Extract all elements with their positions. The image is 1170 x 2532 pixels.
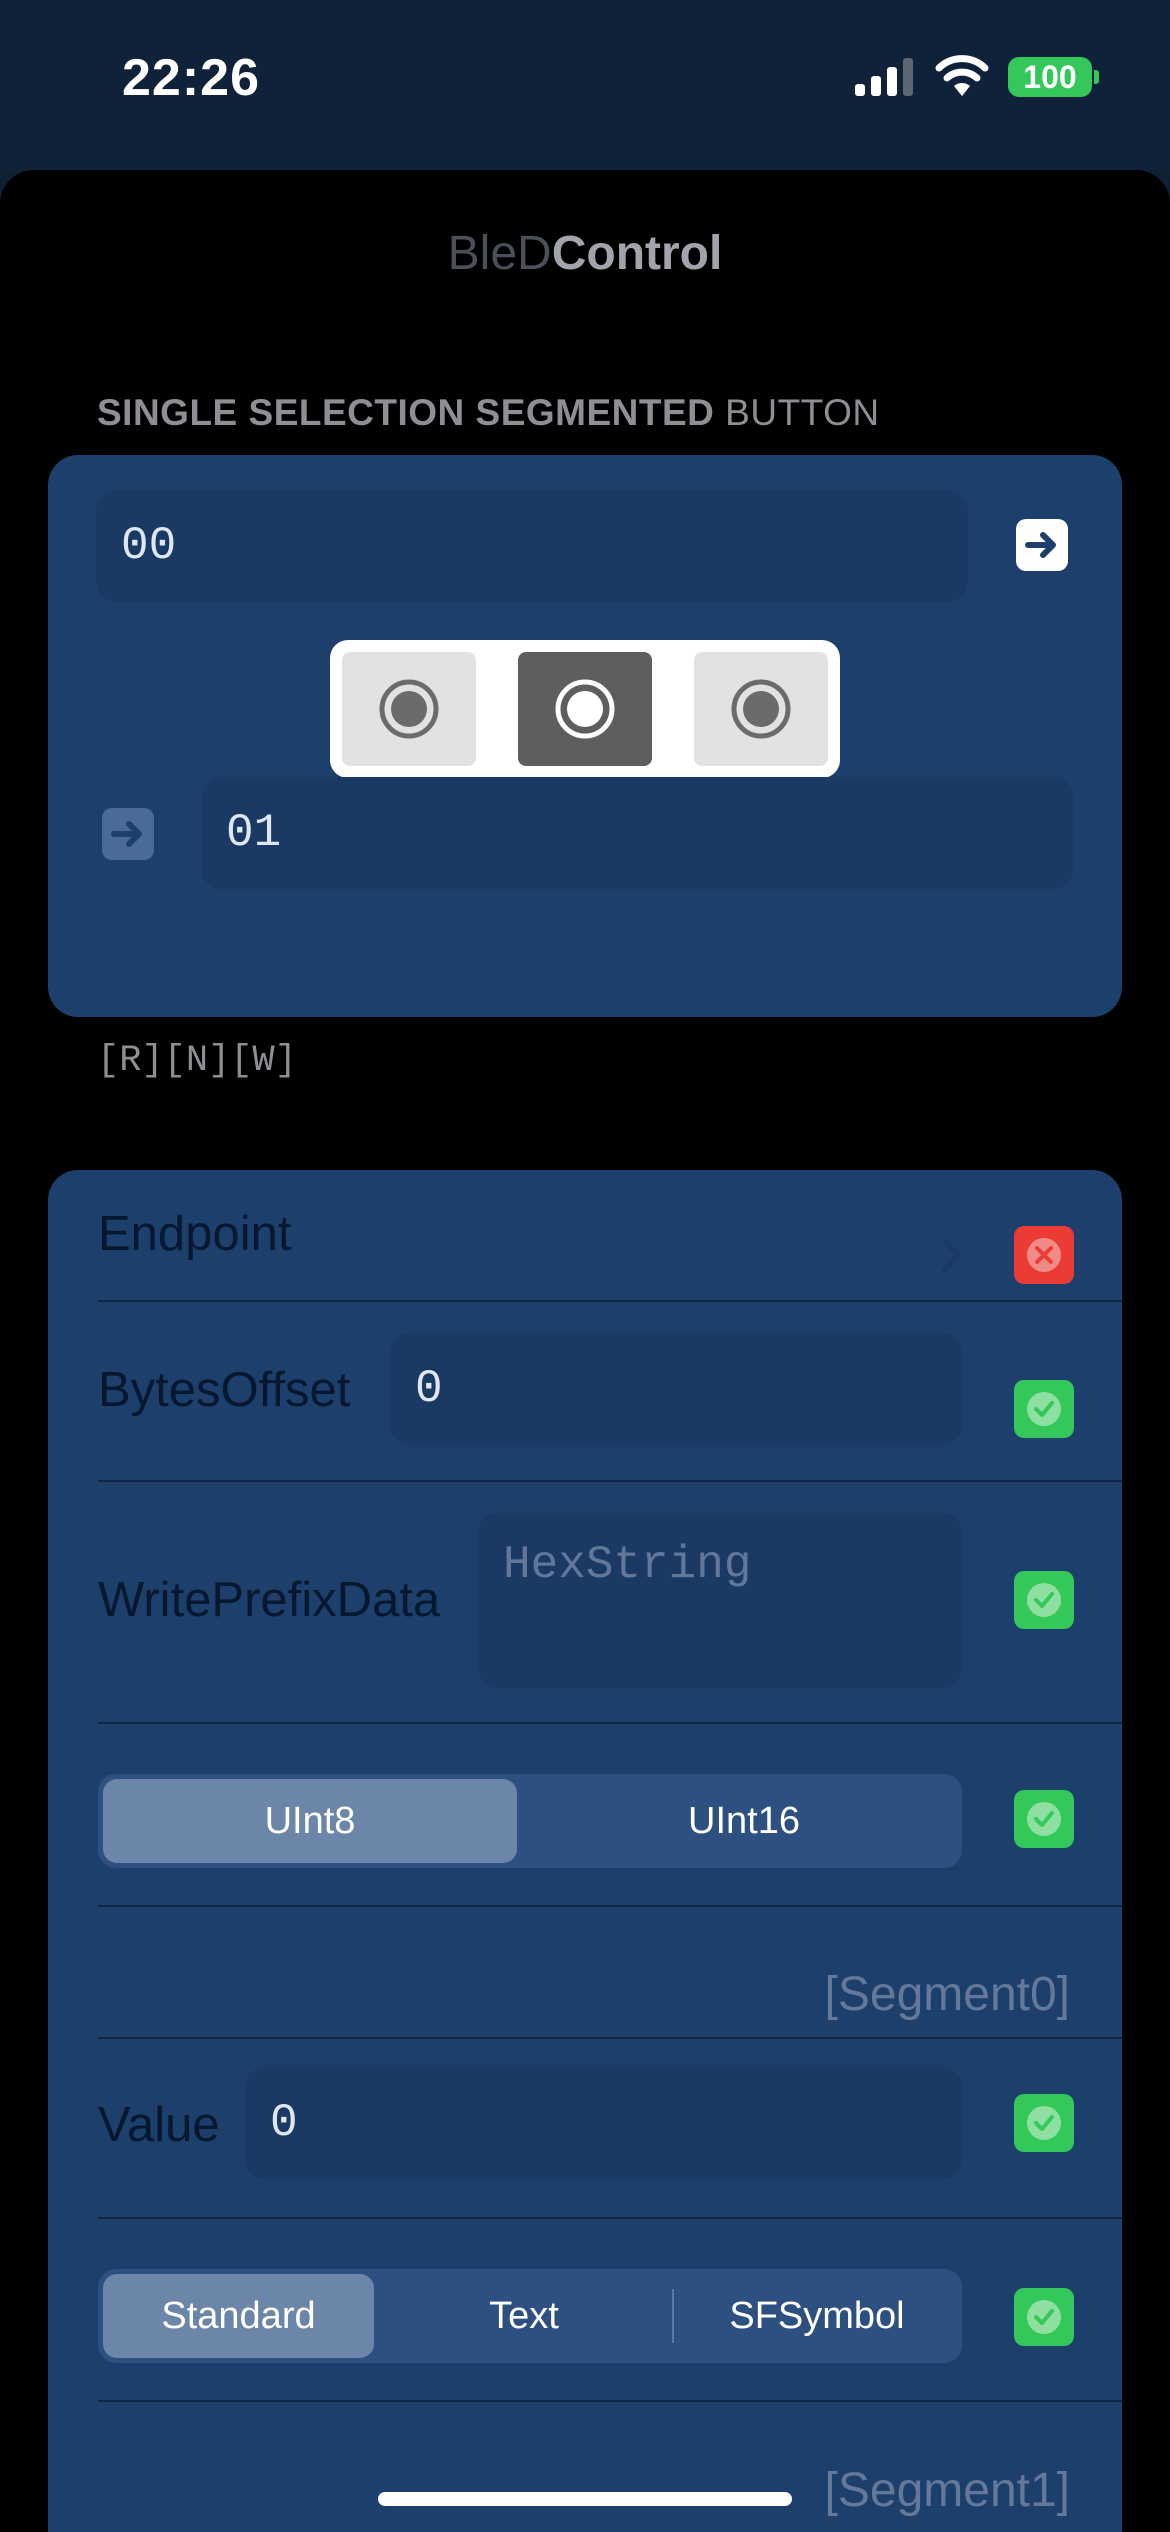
radio-circle-icon [731, 679, 791, 739]
divider [98, 1300, 1122, 1302]
bytes-offset-field[interactable]: 0 [390, 1333, 962, 1445]
radio-circle-icon [555, 679, 615, 739]
config-card: Endpoint BytesOffset 0 WritePrefixData H… [48, 1170, 1122, 2532]
app-title: BleDControl [0, 226, 1170, 281]
section-header-bold: SINGLE SELECTION SEGMENTED [97, 392, 715, 433]
int-type-segmented-control: UInt8 UInt16 [98, 1774, 962, 1868]
radio-segment-3[interactable] [694, 652, 828, 766]
endpoint-label: Endpoint [98, 1207, 292, 1261]
status-bar: 22:26 100 [0, 0, 1170, 170]
divider [98, 1480, 1122, 1482]
radio-segment-2[interactable] [518, 652, 652, 766]
app-title-part2: Control [551, 227, 723, 280]
segment-text[interactable]: Text [388, 2274, 660, 2358]
divider [98, 2400, 1122, 2402]
input-value-field[interactable]: 00 [96, 490, 968, 602]
segment-uint8[interactable]: UInt8 [103, 1779, 517, 1863]
write-prefix-field[interactable]: HexString [478, 1513, 962, 1688]
divider [98, 2037, 1122, 2039]
home-indicator[interactable] [378, 2492, 792, 2506]
chevron-right-icon[interactable] [936, 1235, 966, 1275]
output-value-field: 01 [201, 777, 1073, 889]
segment-separator [672, 2289, 674, 2343]
characteristic-flags: [R][N][W] [97, 1040, 297, 1082]
checkmark-circle-icon [1014, 1790, 1074, 1848]
segment0-label: [Segment0] [824, 1968, 1070, 2021]
app-title-part1: BleD [447, 227, 552, 280]
status-time: 22:26 [122, 49, 260, 107]
segment1-label: [Segment1] [824, 2464, 1070, 2517]
divider [98, 2217, 1122, 2219]
value-label: Value [98, 2098, 220, 2152]
checkmark-circle-icon [1014, 2094, 1074, 2152]
battery-nub [1094, 70, 1099, 84]
divider [98, 1722, 1122, 1724]
value-field[interactable]: 0 [245, 2067, 962, 2179]
display-type-segmented-control: Standard Text SFSymbol [98, 2269, 962, 2363]
main-sheet: BleDControl SINGLE SELECTION SEGMENTED B… [0, 170, 1170, 2532]
divider [98, 1905, 1122, 1907]
checkmark-circle-icon [1014, 1571, 1074, 1629]
segment-uint16[interactable]: UInt16 [530, 1779, 958, 1863]
radio-circle-icon [379, 679, 439, 739]
checkmark-circle-icon [1014, 2288, 1074, 2346]
received-arrow-icon [102, 808, 154, 860]
io-card: 00 01 [48, 455, 1122, 1017]
write-prefix-label: WritePrefixData [98, 1573, 441, 1627]
radio-segment-1[interactable] [342, 652, 476, 766]
radio-segmented-control [330, 640, 840, 778]
xmark-circle-icon [1014, 1226, 1074, 1284]
battery-indicator: 100 [1008, 57, 1092, 97]
section-header: SINGLE SELECTION SEGMENTED BUTTON [97, 392, 880, 434]
section-header-rest: BUTTON [714, 392, 880, 433]
cellular-signal-icon [855, 58, 913, 96]
bytes-offset-label: BytesOffset [98, 1363, 351, 1417]
send-arrow-icon[interactable] [1016, 519, 1068, 571]
segment-standard[interactable]: Standard [103, 2274, 374, 2358]
checkmark-circle-icon [1014, 1380, 1074, 1438]
wifi-icon [935, 55, 989, 96]
segment-sfsymbol[interactable]: SFSymbol [676, 2274, 958, 2358]
